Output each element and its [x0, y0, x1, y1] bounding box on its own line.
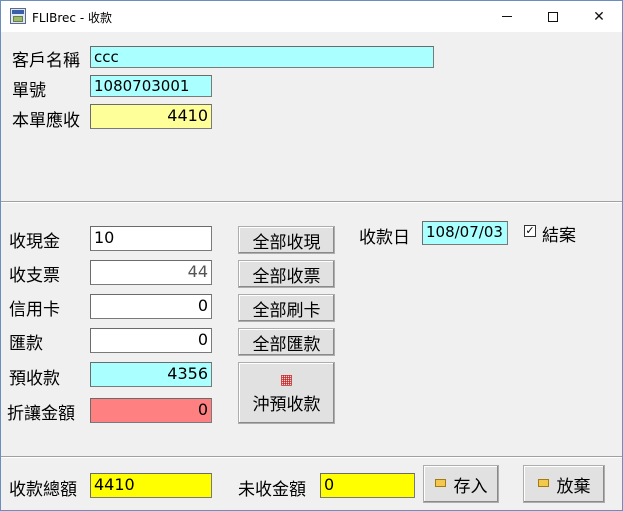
payment-date-label: 收款日: [359, 228, 410, 248]
check-label: 收支票: [9, 266, 60, 286]
all-cash-button[interactable]: 全部收現: [238, 226, 335, 254]
folder-icon: [434, 479, 446, 487]
discard-button[interactable]: 放棄: [523, 465, 605, 503]
close-case-checkbox[interactable]: ✓: [524, 225, 536, 237]
discount-field[interactable]: 0: [90, 398, 212, 423]
maximize-icon: [548, 11, 558, 22]
offset-prepaid-button[interactable]: ▦ 沖預收款: [238, 362, 335, 424]
title-bar: FLIBrec - 收款 ✕: [1, 1, 622, 32]
minimize-icon: [502, 16, 512, 17]
credit-card-label: 信用卡: [9, 300, 60, 320]
receivable-field[interactable]: 4410: [90, 104, 212, 129]
calculator-icon: ▦: [279, 371, 294, 388]
order-number-label: 單號: [12, 81, 46, 101]
close-icon: ✕: [593, 8, 605, 25]
footer-divider: [1, 456, 622, 458]
discard-label: 放棄: [556, 476, 591, 497]
remittance-label: 匯款: [9, 334, 43, 354]
discount-label: 折讓金額: [7, 404, 75, 424]
payment-date-field[interactable]: 108/07/03: [422, 221, 508, 245]
all-card-button[interactable]: 全部刷卡: [238, 294, 335, 322]
all-check-button[interactable]: 全部收票: [238, 260, 335, 288]
customer-name-field[interactable]: ccc: [90, 46, 434, 68]
receivable-label: 本單應收: [12, 111, 80, 131]
maximize-button[interactable]: [530, 1, 576, 32]
close-case-label: 結案: [542, 226, 576, 246]
close-button[interactable]: ✕: [576, 1, 622, 32]
app-window: FLIBrec - 收款 ✕ 客戶名稱 ccc 單號 1080703001 本單…: [0, 0, 623, 511]
cash-label: 收現金: [9, 232, 60, 252]
customer-name-label: 客戶名稱: [12, 51, 80, 71]
outstanding-label: 未收金額: [238, 480, 306, 500]
window-title: FLIBrec - 收款: [32, 11, 112, 25]
all-remit-button[interactable]: 全部匯款: [238, 328, 335, 356]
save-label: 存入: [453, 476, 488, 497]
app-icon: [10, 8, 26, 24]
total-received-field[interactable]: 4410: [90, 473, 212, 498]
prepaid-field[interactable]: 4356: [90, 362, 212, 387]
order-number-field[interactable]: 1080703001: [90, 75, 212, 97]
offset-prepaid-label: 沖預收款: [252, 394, 321, 415]
remittance-field[interactable]: 0: [90, 328, 212, 353]
minimize-button[interactable]: [484, 1, 530, 32]
total-received-label: 收款總額: [9, 480, 77, 500]
folder-icon: [537, 479, 549, 487]
outstanding-field[interactable]: 0: [320, 473, 415, 498]
credit-card-field[interactable]: 0: [90, 294, 212, 319]
section-divider: [1, 201, 622, 203]
prepaid-label: 預收款: [9, 369, 60, 389]
cash-field[interactable]: 10: [90, 226, 212, 251]
save-button[interactable]: 存入: [423, 465, 499, 503]
check-field[interactable]: 44: [90, 260, 212, 285]
